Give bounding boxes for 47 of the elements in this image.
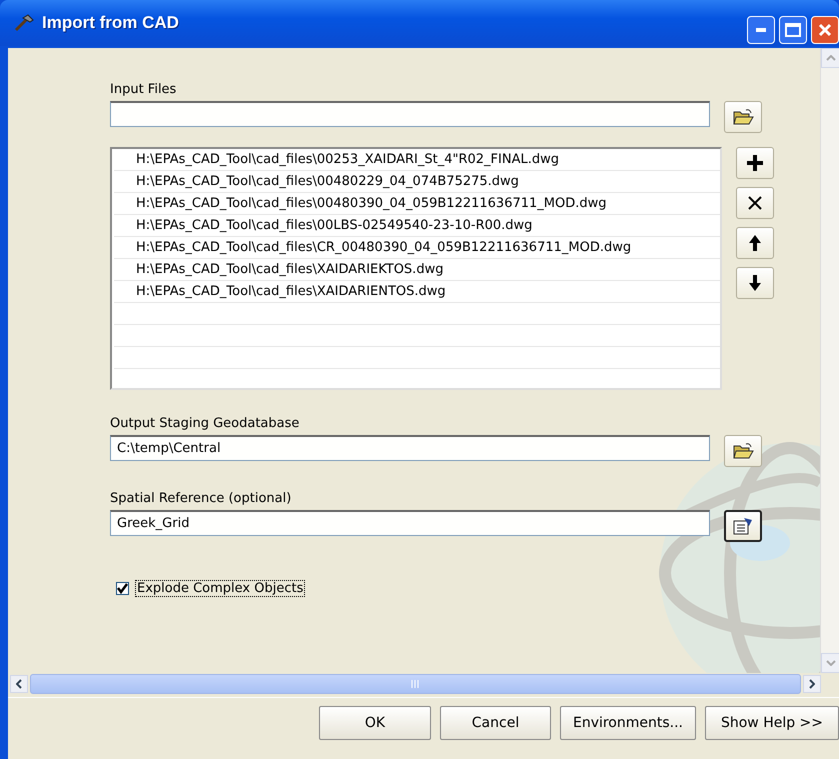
close-icon bbox=[818, 23, 832, 37]
dialog-button[interactable]: Environments... bbox=[560, 706, 696, 740]
up-arrow-icon bbox=[748, 234, 762, 252]
maximize-icon bbox=[785, 23, 801, 37]
hammer-icon bbox=[14, 14, 34, 32]
minimize-icon bbox=[756, 28, 766, 32]
spatial-reference-label: Spatial Reference (optional) bbox=[110, 491, 292, 506]
file-list-item[interactable]: H:\EPAs_CAD_Tool\cad_files\XAIDARIEKTOS.dwg bbox=[114, 259, 720, 281]
properties-button[interactable] bbox=[724, 510, 762, 542]
dialog-button[interactable]: OK bbox=[319, 706, 431, 740]
dialog-button[interactable]: Cancel bbox=[440, 706, 551, 740]
output-geodatabase-label: Output Staging Geodatabase bbox=[110, 416, 300, 431]
dialog-button[interactable]: Show Help >> bbox=[705, 706, 839, 740]
open-folder-icon bbox=[732, 108, 754, 126]
x-icon bbox=[747, 195, 763, 211]
move-down-button[interactable] bbox=[736, 267, 774, 299]
file-list-item[interactable]: H:\EPAs_CAD_Tool\cad_files\XAIDARIENTOS.dwg bbox=[114, 281, 720, 303]
file-list-item[interactable]: H:\EPAs_CAD_Tool\cad_files\00LBS-02549540-23-10-R00.dwg bbox=[114, 215, 720, 237]
right-caret-icon bbox=[809, 679, 815, 689]
add-button[interactable] bbox=[736, 147, 774, 179]
scroll-right-button[interactable] bbox=[803, 675, 821, 693]
input-files-label: Input Files bbox=[110, 82, 178, 97]
maximize-button[interactable] bbox=[779, 16, 807, 44]
file-list-item[interactable]: H:\EPAs_CAD_Tool\cad_files\00253_XAIDARI_St_4"R02_FINAL.dwg bbox=[114, 149, 720, 171]
checkbox-label: Explode Complex Objects bbox=[135, 580, 306, 597]
close-button[interactable] bbox=[811, 16, 839, 44]
down-caret-icon bbox=[826, 660, 836, 666]
window-title: Import from CAD bbox=[42, 13, 179, 33]
left-caret-icon bbox=[16, 679, 22, 689]
plus-icon bbox=[746, 154, 764, 172]
open-folder-icon bbox=[732, 442, 754, 460]
scroll-left-button[interactable] bbox=[10, 675, 28, 693]
properties-icon bbox=[732, 516, 754, 536]
output-geodatabase-field[interactable]: C:\temp\Central bbox=[110, 435, 710, 461]
file-list-item[interactable]: H:\EPAs_CAD_Tool\cad_files\CR_00480390_04_059B12211636711_MOD.dwg bbox=[114, 237, 720, 259]
up-caret-icon bbox=[826, 55, 836, 61]
browse-button[interactable] bbox=[724, 435, 762, 467]
remove-button[interactable] bbox=[736, 187, 774, 219]
file-list-item[interactable]: H:\EPAs_CAD_Tool\cad_files\00480229_04_074B75275.dwg bbox=[114, 171, 720, 193]
spatial-reference-field[interactable]: Greek_Grid bbox=[110, 510, 710, 536]
file-list-item[interactable]: H:\EPAs_CAD_Tool\cad_files\00480390_04_059B12211636711_MOD.dwg bbox=[114, 193, 720, 215]
grip-icon bbox=[410, 680, 420, 688]
checkbox[interactable] bbox=[116, 582, 129, 595]
move-up-button[interactable] bbox=[736, 227, 774, 259]
browse-button[interactable] bbox=[724, 101, 762, 133]
minimize-button[interactable] bbox=[747, 16, 775, 44]
down-arrow-icon bbox=[748, 274, 762, 292]
